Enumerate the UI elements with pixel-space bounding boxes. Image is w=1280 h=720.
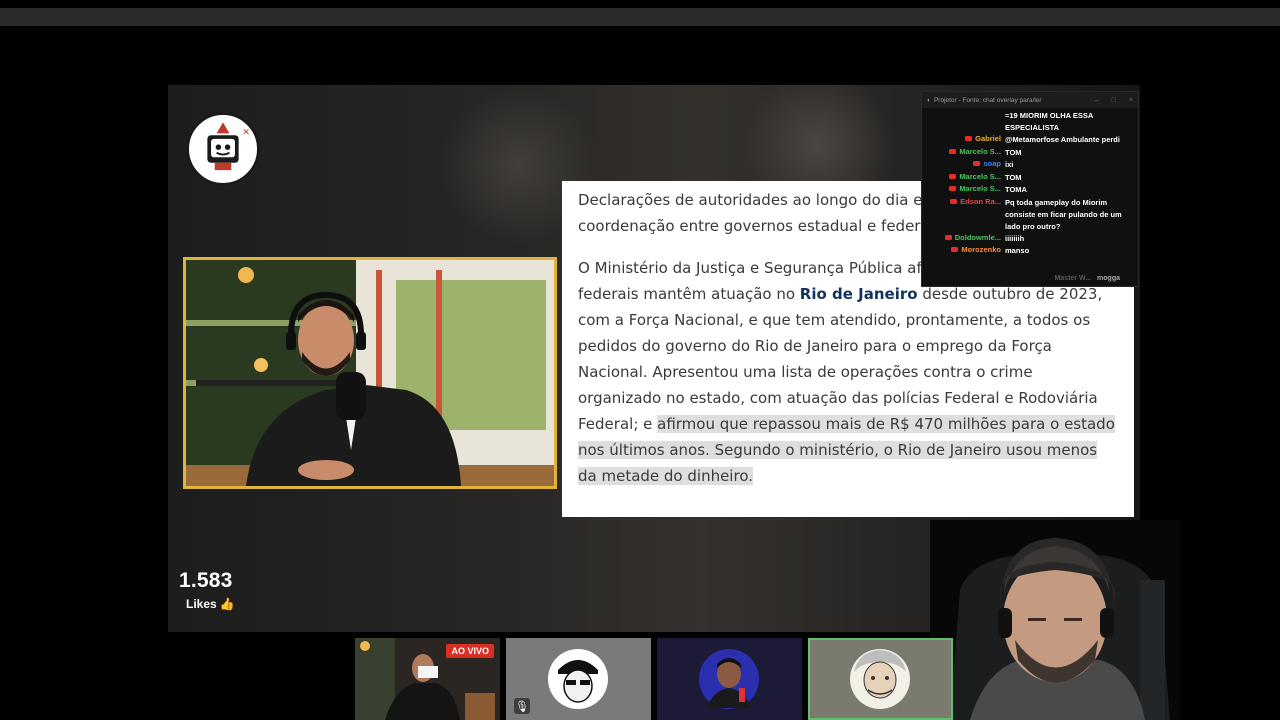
chat-author: soap: [926, 159, 1005, 168]
streamer-webcam: [930, 520, 1180, 720]
chat-author-name: Marcelo S...: [959, 146, 1001, 156]
likes-label-row: Likes 👍: [186, 597, 235, 611]
article-text: desde outubro de 2023, com a Força Nacio…: [578, 285, 1103, 433]
participant-tile-1[interactable]: AO VIVO: [355, 638, 500, 720]
chat-author: Marcelo S...: [926, 184, 1005, 193]
participant-tiles: AO VIVO 🎙: [355, 638, 953, 720]
youtube-icon: [950, 198, 958, 204]
close-button[interactable]: ×: [1129, 97, 1133, 104]
chat-author-name: Gabriel: [975, 134, 1001, 143]
chat-message-text: @Metamorfose Ambulante perdi: [1005, 135, 1120, 144]
mic-muted-icon: 🎙: [514, 698, 530, 714]
chat-author: Morozenko: [926, 245, 1005, 254]
chat-message: Doldowmle... iiiiiiih: [926, 233, 1134, 246]
chat-message: =19 MIORIM OLHA ESSA ESPECIALISTA: [926, 110, 1134, 134]
chat-message-list[interactable]: =19 MIORIM OLHA ESSA ESPECIALISTA Gabriel…: [922, 108, 1138, 258]
guest-video-image: [186, 260, 554, 486]
chat-author-name: soap: [983, 159, 1001, 168]
youtube-icon: [949, 173, 957, 179]
chat-message-text: Pq toda gameplay do Miorim consiste em f…: [1005, 197, 1122, 231]
chat-author-name: Marcelo S...: [959, 184, 1001, 193]
chat-author: Marcelo S...: [926, 172, 1005, 181]
maximize-button[interactable]: □: [1112, 97, 1116, 104]
chat-window-title: Projetor - Fonte: chat overlay para/ler: [933, 96, 1042, 104]
likes-counter: 1.583 Likes 👍: [179, 569, 235, 611]
chat-message: Marcelo S... TOM: [926, 172, 1134, 185]
streamer-webcam-image: [930, 520, 1180, 720]
chat-message-text: manso: [1005, 246, 1030, 255]
youtube-icon: [949, 186, 957, 191]
youtube-icon: [949, 148, 957, 154]
participant-tile-2[interactable]: 🎙: [506, 638, 651, 720]
chat-message: Morozenko manso: [926, 245, 1134, 258]
participant-tile-3[interactable]: [657, 638, 802, 720]
chat-message-text: ixi: [1005, 160, 1014, 169]
chat-message: Marcelo S... TOMA: [926, 184, 1134, 197]
chat-message: Marcelo S... TOM: [926, 147, 1134, 160]
article-highlighted-text: afirmou que repassou mais de R$ 470 milh…: [578, 415, 1115, 485]
window-icon: ◐: [927, 96, 931, 104]
guest-video-feed: [183, 257, 557, 489]
chat-message-text: TOM: [1005, 172, 1022, 182]
chat-footer-name: Master W...: [1054, 275, 1092, 282]
podcast-logo-image: ✕: [190, 116, 256, 182]
youtube-icon: [951, 247, 959, 252]
chat-message-text: TOM: [1005, 147, 1022, 157]
chat-author-name: Edson Ra...: [960, 196, 1001, 206]
chat-footer-row: Master W... mogga: [922, 275, 1138, 282]
chat-author-name: Morozenko: [961, 245, 1001, 254]
minimize-button[interactable]: –: [1095, 97, 1099, 104]
participant-3-avatar: [657, 638, 802, 720]
top-bar: [0, 0, 1280, 26]
podcast-logo: ✕: [186, 112, 260, 186]
chat-author: Doldowmle...: [926, 233, 1005, 242]
youtube-icon: [944, 234, 952, 240]
chat-author: Edson Ra...: [926, 197, 1005, 206]
chat-message: soap ixi: [926, 159, 1134, 172]
article-link-rio[interactable]: Rio de Janeiro: [800, 285, 918, 303]
chat-author: Gabriel: [926, 134, 1005, 143]
thumbs-up-icon: 👍: [219, 597, 235, 611]
participant-4-avatar: [810, 640, 951, 718]
top-bar-strip: [0, 8, 1280, 26]
chat-message-text: =19 MIORIM OLHA ESSA ESPECIALISTA: [1005, 111, 1094, 132]
live-badge: AO VIVO: [446, 644, 494, 658]
youtube-icon: [965, 136, 973, 141]
chat-message-text: iiiiiiih: [1005, 233, 1025, 243]
chat-message: Edson Ra... Pq toda gameplay do Miorim co…: [926, 197, 1134, 233]
likes-count: 1.583: [179, 569, 233, 592]
chat-message-text: TOMA: [1005, 185, 1027, 194]
chat-author: Marcelo S...: [926, 147, 1005, 156]
participant-tile-4[interactable]: [808, 638, 953, 720]
chat-author-name: Doldowmle...: [954, 232, 1001, 242]
chat-footer-text: mogga: [1097, 275, 1120, 282]
svg-text:✕: ✕: [242, 127, 250, 138]
article-paragraph-2: O Ministério da Justiça e Segurança Públ…: [578, 255, 1118, 489]
chat-message: Gabriel @Metamorfose Ambulante perdi: [926, 134, 1134, 147]
chat-author-name: Marcelo S...: [959, 171, 1001, 181]
chat-window-titlebar[interactable]: ◐ Projetor - Fonte: chat overlay para/le…: [922, 92, 1138, 108]
chat-overlay-window[interactable]: ◐ Projetor - Fonte: chat overlay para/le…: [921, 91, 1139, 287]
youtube-icon: [973, 161, 981, 166]
likes-label: Likes: [186, 597, 217, 611]
